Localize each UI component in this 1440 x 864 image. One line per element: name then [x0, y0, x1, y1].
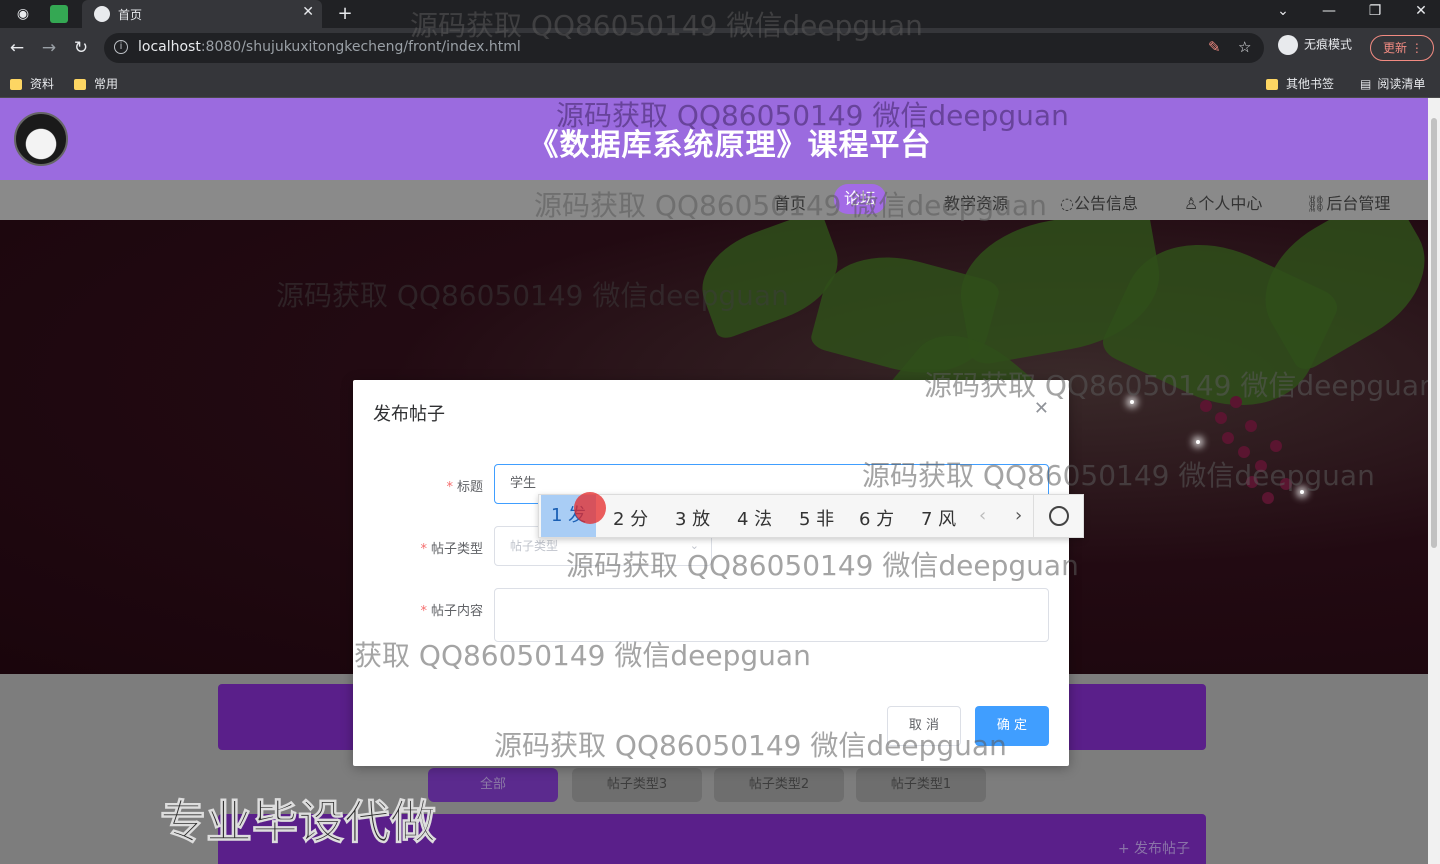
url-text: localhost:8080/shujukuxitongkecheng/fron…: [138, 39, 521, 55]
emoji-icon[interactable]: [1049, 506, 1069, 526]
star-icon[interactable]: ☆: [1238, 38, 1251, 56]
nav-notices[interactable]: ◌公告信息: [1060, 190, 1138, 214]
folder-icon: [74, 79, 86, 90]
grape-shape: [1215, 412, 1227, 424]
grape-shape: [1238, 446, 1250, 458]
sparkle-shape: [1196, 440, 1200, 444]
site-nav: 首页 论坛 教学资源 ◌公告信息 ♙个人中心 ⛓后台管理: [0, 180, 1428, 220]
content-label: * 帖子内容: [420, 604, 483, 619]
translate-icon[interactable]: ✎: [1208, 38, 1221, 56]
grape-shape: [1245, 420, 1257, 432]
forward-icon[interactable]: →: [38, 37, 60, 59]
globe-icon: [94, 6, 110, 22]
filter-all-button[interactable]: 全部: [428, 768, 558, 802]
ime-candidate[interactable]: 2 分: [613, 505, 648, 531]
browser-toolbar: ← → ↻ i localhost:8080/shujukuxitongkech…: [0, 28, 1440, 68]
ime-candidate[interactable]: 5 非: [799, 505, 834, 531]
link-icon: ⛓: [1306, 194, 1327, 213]
update-button[interactable]: 更新 ⋮: [1370, 35, 1434, 61]
nav-resources[interactable]: 教学资源: [944, 190, 1008, 214]
user-icon: ♙: [1184, 194, 1199, 213]
cancel-button[interactable]: 取 消: [887, 706, 961, 746]
ime-candidate-window: 1 发 2 分 3 放 4 法 5 非 6 方 7 风 ‹ ›: [538, 494, 1084, 538]
chevron-right-icon[interactable]: ›: [1015, 505, 1022, 526]
new-tab-icon[interactable]: +: [334, 3, 356, 25]
filter-type1-button[interactable]: 帖子类型1: [856, 768, 986, 802]
grape-shape: [1262, 492, 1274, 504]
sparkle-shape: [1130, 400, 1134, 404]
ime-candidate[interactable]: 3 放: [675, 505, 710, 531]
grape-shape: [1230, 396, 1242, 408]
site-header: 《数据库系统原理》课程平台: [0, 98, 1428, 180]
bookmark-folder[interactable]: 常用: [74, 75, 118, 92]
tab-title: 首页: [118, 8, 143, 22]
nav-profile[interactable]: ♙个人中心: [1184, 190, 1262, 214]
filter-type3-button[interactable]: 帖子类型3: [572, 768, 702, 802]
nav-home[interactable]: 首页: [774, 190, 806, 214]
page-scrollbar[interactable]: [1428, 98, 1440, 864]
restore-icon[interactable]: ❐: [1360, 3, 1390, 19]
confirm-button[interactable]: 确 定: [975, 706, 1049, 746]
ime-candidate[interactable]: 4 法: [737, 505, 772, 531]
address-bar[interactable]: i localhost:8080/shujukuxitongkecheng/fr…: [104, 33, 1264, 63]
corner-ad-text: 专业毕设代做: [160, 795, 437, 850]
content-textarea[interactable]: [494, 588, 1049, 642]
browser-tabbar: ◉ 首页 ✕ + ⌄ — ❐ ✕: [0, 0, 1440, 28]
nav-forum[interactable]: 论坛: [834, 184, 887, 214]
reload-icon[interactable]: ↻: [70, 37, 92, 59]
filter-type2-button[interactable]: 帖子类型2: [714, 768, 844, 802]
reading-list-icon: ▤: [1360, 77, 1372, 91]
ime-candidate[interactable]: 7 风: [921, 505, 956, 531]
ime-divider: [1033, 495, 1034, 537]
site-title: 《数据库系统原理》课程平台: [528, 128, 932, 163]
close-icon[interactable]: ✕: [1034, 398, 1049, 419]
incognito-indicator[interactable]: 无痕模式: [1278, 35, 1352, 55]
chevron-left-icon[interactable]: ‹: [979, 505, 986, 526]
scrollbar-thumb[interactable]: [1431, 118, 1437, 548]
bookmark-folder-other[interactable]: 其他书签: [1266, 75, 1334, 92]
ime-candidate[interactable]: 6 方: [859, 505, 894, 531]
app-icon[interactable]: [50, 5, 68, 23]
folder-icon: [1266, 79, 1278, 90]
title-label: * 标题: [446, 480, 483, 495]
grape-shape: [1270, 440, 1282, 452]
chevron-down-icon[interactable]: ⌄: [1268, 3, 1298, 19]
bookmarks-bar: 资料 常用 其他书签 ▤ 阅读清单: [0, 68, 1440, 98]
grape-shape: [1280, 478, 1292, 490]
close-icon[interactable]: ✕: [302, 4, 314, 20]
grape-shape: [1246, 476, 1258, 488]
post-dialog: 发布帖子 ✕ * 标题 学生 * 帖子类型 帖子类型 ⌄ * 帖子内容 取 消 确 定: [353, 380, 1069, 766]
folder-icon: [10, 79, 22, 90]
incognito-icon: [1278, 35, 1298, 55]
reading-list[interactable]: ▤ 阅读清单: [1360, 75, 1425, 92]
info-icon[interactable]: i: [114, 40, 128, 54]
new-post-button[interactable]: + 发布帖子: [1118, 838, 1190, 858]
type-label: * 帖子类型: [420, 542, 483, 557]
minimize-icon[interactable]: —: [1314, 3, 1344, 19]
browser-menu-icon[interactable]: ◉: [12, 3, 34, 25]
browser-tab[interactable]: 首页 ✕: [82, 0, 322, 28]
bookmark-folder[interactable]: 资料: [10, 75, 54, 92]
grape-shape: [1255, 460, 1267, 472]
close-window-icon[interactable]: ✕: [1406, 3, 1436, 19]
grape-shape: [1222, 432, 1234, 444]
back-icon[interactable]: ←: [6, 37, 28, 59]
grape-shape: [1200, 400, 1212, 412]
sparkle-shape: [1300, 490, 1304, 494]
click-cursor-indicator: [574, 492, 606, 524]
dialog-title: 发布帖子: [373, 404, 445, 425]
chat-icon: ◌: [1060, 194, 1074, 213]
nav-admin[interactable]: ⛓后台管理: [1306, 190, 1390, 214]
